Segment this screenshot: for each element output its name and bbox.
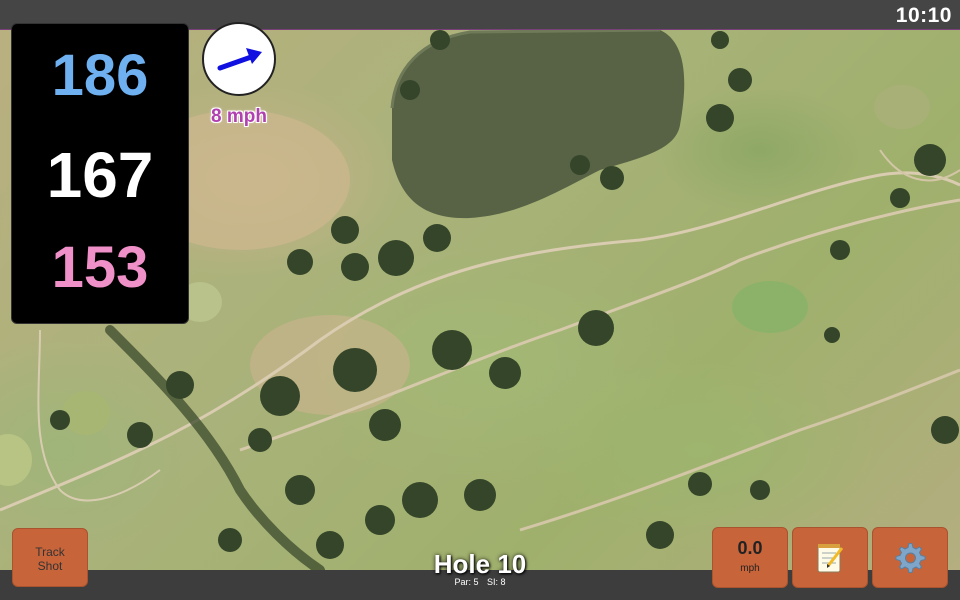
scorecard-notes-button[interactable]: [792, 527, 868, 588]
golf-gps-screen: 10:10 186 167 153 8 mph Hole 10 Par: 5 S…: [0, 0, 960, 600]
track-shot-button[interactable]: Track Shot: [12, 528, 88, 587]
gear-icon: [895, 542, 926, 573]
cart-path: [519, 368, 960, 532]
notepad-icon: [817, 543, 844, 572]
green-edge: [0, 434, 32, 486]
hole-meta: Par: 5 SI: 8: [380, 577, 580, 587]
settings-button[interactable]: [872, 527, 948, 588]
back-of-green-yardage: 186: [51, 43, 149, 108]
track-shot-label-line2: Shot: [37, 559, 63, 573]
clock: 10:10: [895, 4, 952, 27]
center-of-green-yardage: 167: [46, 139, 154, 211]
track-shot-label-line1: Track: [35, 545, 65, 559]
hole-title: Hole 10: [433, 549, 527, 579]
pond: [392, 30, 685, 219]
wind-arrow-icon: [217, 48, 262, 71]
yardage-panel: 186 167 153: [11, 23, 189, 324]
front-of-green-yardage: 153: [51, 235, 149, 300]
green-10: [732, 281, 808, 333]
speed-value: 0.0: [737, 538, 763, 558]
wind-speed-label: 8 mph: [211, 106, 267, 127]
wind-indicator: [202, 22, 276, 96]
green-nearby: [874, 85, 930, 129]
speed-unit: mph: [740, 563, 760, 574]
green-left: [62, 391, 110, 435]
speed-button[interactable]: 0.0 mph: [712, 527, 788, 588]
par-label: Par: 5: [454, 577, 479, 587]
stroke-index-label: SI: 8: [487, 577, 506, 587]
